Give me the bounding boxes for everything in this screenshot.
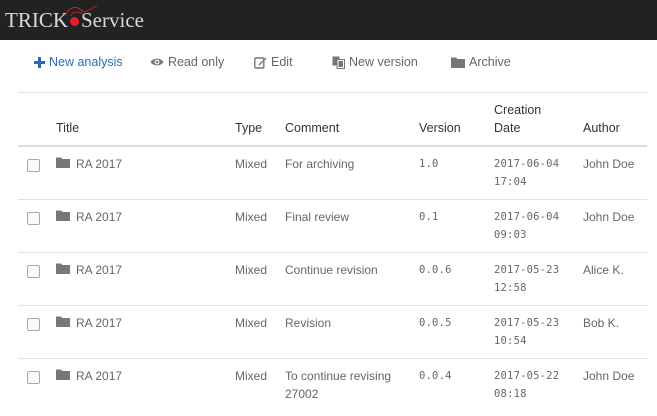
row-comment: For archiving (285, 157, 355, 171)
row-version: 1.0 (419, 158, 439, 170)
row-author: Bob K. (583, 316, 620, 330)
row-title: RA 2017 (76, 316, 123, 330)
row-author: John Doe (583, 210, 635, 224)
row-checkbox[interactable] (27, 371, 40, 384)
row-checkbox[interactable] (27, 265, 40, 278)
header-author[interactable]: Author (583, 119, 620, 137)
plus-icon (34, 56, 45, 68)
row-author: Alice K. (583, 263, 624, 277)
row-divider (18, 305, 647, 306)
row-type: Mixed (235, 316, 268, 330)
row-title: RA 2017 (76, 157, 123, 171)
new-analysis-label: New analysis (49, 55, 123, 69)
row-type: Mixed (235, 369, 268, 383)
header-creation-line1[interactable]: Creation (494, 101, 541, 119)
folder-icon (56, 210, 70, 221)
header-title[interactable]: Title (56, 119, 79, 137)
folder-icon (56, 316, 70, 327)
header-creation-line2[interactable]: Date (494, 119, 520, 137)
trickservice-logo[interactable]: TRICK Service (5, 5, 144, 34)
row-type: Mixed (235, 157, 268, 171)
header-version[interactable]: Version (419, 119, 461, 137)
row-comment-line2: 27002 (285, 387, 319, 401)
new-analysis-button[interactable]: New analysis (34, 52, 123, 72)
edit-label: Edit (271, 55, 293, 69)
row-version: 0.0.6 (419, 264, 452, 276)
row-comment: Continue revision (285, 263, 378, 277)
row-checkbox[interactable] (27, 318, 40, 331)
row-date: 2017-05-22 (494, 370, 560, 382)
new-version-button[interactable]: New version (332, 52, 418, 72)
folder-icon (56, 369, 70, 380)
folder-icon (451, 56, 465, 68)
archive-button[interactable]: Archive (451, 52, 511, 72)
row-type: Mixed (235, 263, 268, 277)
table-top-border (18, 92, 647, 93)
header-type[interactable]: Type (235, 119, 262, 137)
row-date: 2017-06-04 (494, 158, 560, 170)
read-only-label: Read only (168, 55, 225, 69)
row-author: John Doe (583, 157, 635, 171)
row-type: Mixed (235, 210, 268, 224)
row-divider (18, 252, 647, 253)
row-checkbox[interactable] (27, 159, 40, 172)
row-date: 2017-06-04 (494, 211, 560, 223)
folder-icon (56, 157, 70, 168)
row-title: RA 2017 (76, 210, 123, 224)
header-bottom-border (18, 145, 647, 147)
row-version: 0.1 (419, 211, 439, 223)
row-divider (18, 358, 647, 359)
edit-button[interactable]: Edit (254, 52, 293, 72)
archive-label: Archive (469, 55, 511, 69)
row-title: RA 2017 (76, 263, 123, 277)
folder-icon (56, 263, 70, 274)
new-version-label: New version (349, 55, 418, 69)
row-time: 10:54 (494, 335, 527, 347)
row-version: 0.0.5 (419, 317, 452, 329)
copy-icon (332, 56, 345, 69)
row-comment: Revision (285, 316, 332, 330)
edit-icon (254, 56, 267, 69)
row-comment: To continue revising (285, 369, 392, 383)
row-version: 0.0.4 (419, 370, 452, 382)
row-date: 2017-05-23 (494, 317, 560, 329)
row-time: 08:18 (494, 388, 527, 400)
header-comment[interactable]: Comment (285, 119, 339, 137)
row-time: 17:04 (494, 176, 527, 188)
row-divider (18, 199, 647, 200)
row-checkbox[interactable] (27, 212, 40, 225)
row-time: 12:58 (494, 282, 527, 294)
row-comment: Final review (285, 210, 350, 224)
row-date: 2017-05-23 (494, 264, 560, 276)
row-title: RA 2017 (76, 369, 123, 383)
row-author: John Doe (583, 369, 635, 383)
read-only-button[interactable]: Read only (150, 52, 224, 72)
top-navbar: TRICK Service (0, 0, 657, 40)
eye-icon (150, 57, 164, 67)
row-time: 09:03 (494, 229, 527, 241)
logo-swirl-icon (64, 5, 98, 17)
analysis-toolbar: New analysis Read only Edit New version … (34, 52, 634, 72)
